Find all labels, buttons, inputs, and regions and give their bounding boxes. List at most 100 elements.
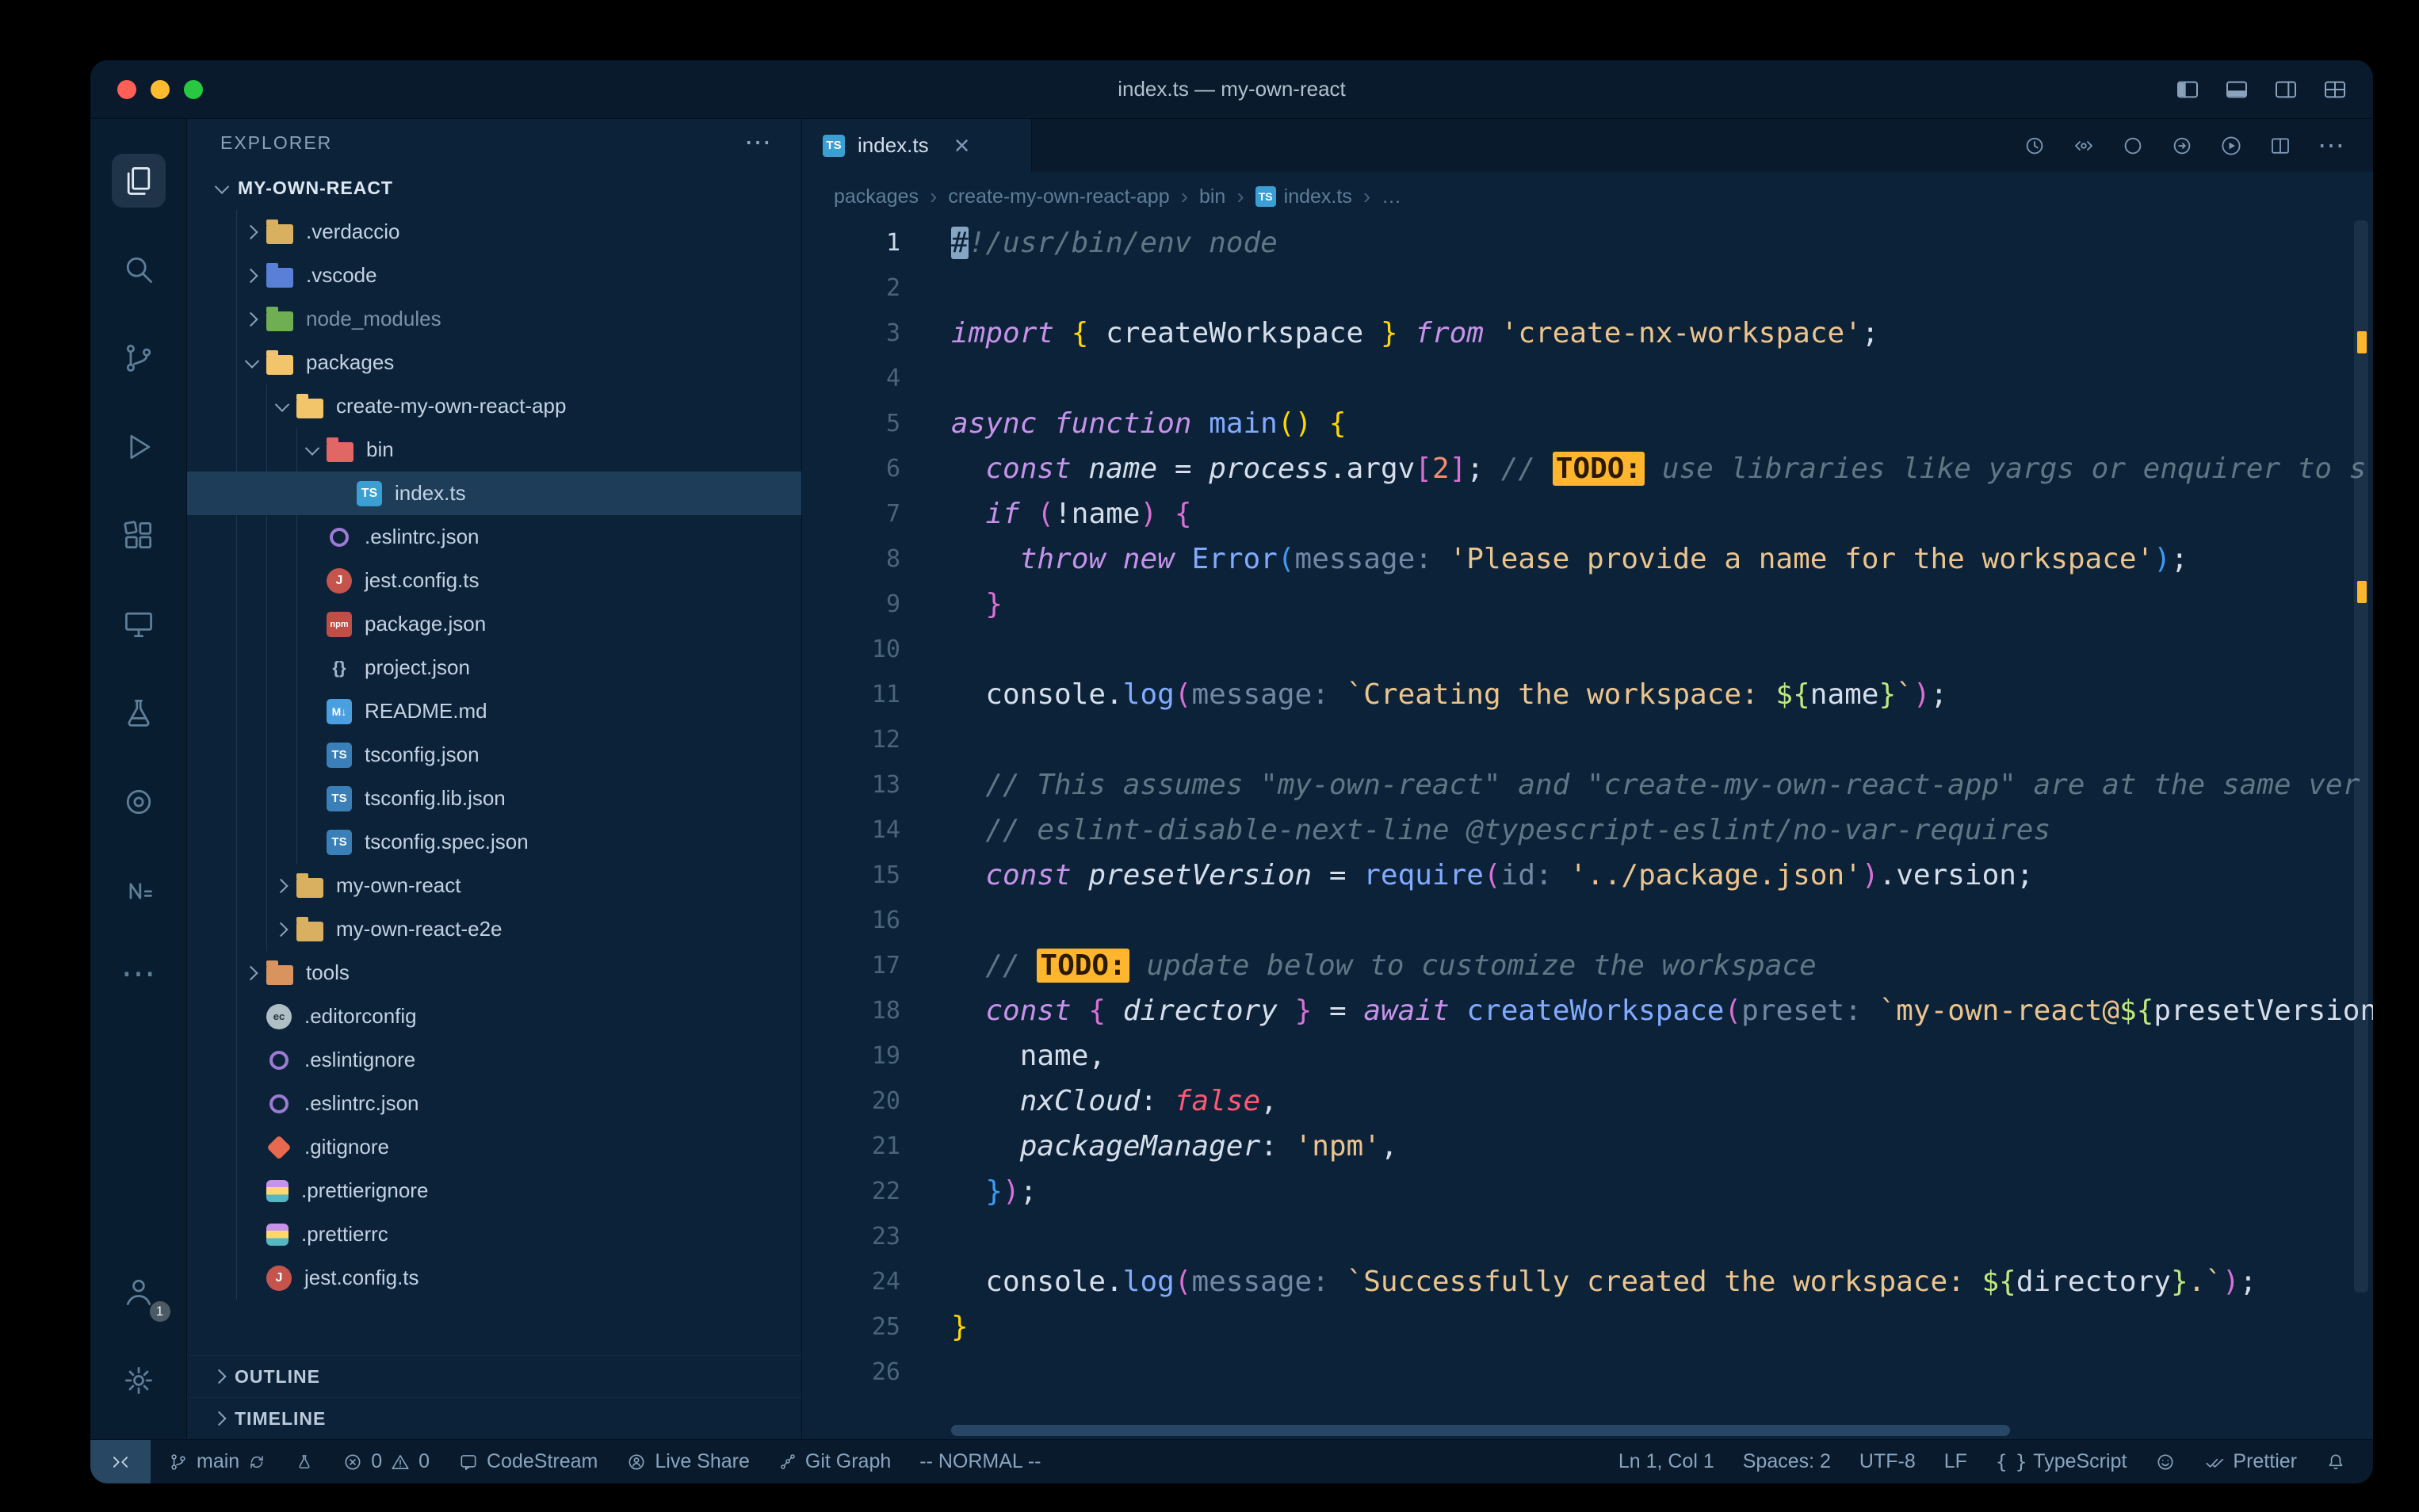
explorer-more-actions-icon[interactable]: ⋯ [744,135,773,151]
code-line-8[interactable]: 8 throw new Error(message: 'Please provi… [802,536,2373,582]
activity-account[interactable]: 1 [90,1247,186,1336]
beaker-status[interactable] [281,1440,328,1483]
indentation-status[interactable]: Spaces: 2 [1729,1450,1845,1473]
split-editor-icon[interactable] [2268,134,2292,158]
scrollbar-thumb[interactable] [2354,220,2368,1292]
code-line-10[interactable]: 10 [802,627,2373,672]
breadcrumb-item-packages[interactable]: packages [834,185,919,208]
toggle-secondary-sidebar-icon[interactable] [2273,77,2299,102]
activity-search[interactable] [90,225,186,314]
problems-status[interactable]: 0 0 [328,1440,444,1483]
activity-nx-console[interactable] [90,846,186,935]
open-changes-icon[interactable] [2170,134,2194,158]
tree-item-project-json[interactable]: {}project.json [187,646,801,689]
customize-layout-icon[interactable] [2322,77,2348,102]
tree-item-create-my-own-react-app[interactable]: create-my-own-react-app [187,384,801,428]
code-line-22[interactable]: 22 }); [802,1169,2373,1214]
code-line-26[interactable]: 26 [802,1350,2373,1395]
tree-item-my-own-react[interactable]: my-own-react [187,864,801,907]
tab-index-ts[interactable]: TS index.ts × [802,119,1032,172]
run-file-icon[interactable] [2219,134,2243,158]
codestream-status[interactable]: CodeStream [444,1440,612,1483]
code-line-23[interactable]: 23 [802,1214,2373,1259]
tree-item-gitignore[interactable]: .gitignore [187,1125,801,1169]
code-line-20[interactable]: 20 nxCloud: false, [802,1079,2373,1124]
tree-item-packages[interactable]: packages [187,341,801,384]
tree-item-prettierignore[interactable]: .prettierignore [187,1169,801,1212]
activity-source-control[interactable] [90,314,186,403]
zoom-window-button[interactable] [184,80,203,99]
breadcrumb-item-symbol[interactable]: … [1381,185,1401,208]
encoding-status[interactable]: UTF-8 [1845,1450,1930,1473]
code-line-18[interactable]: 18 const { directory } = await createWor… [802,988,2373,1033]
tree-item-tsconfig-lib-json[interactable]: TStsconfig.lib.json [187,777,801,820]
code-line-2[interactable]: 2 [802,265,2373,311]
tree-item-eslintignore[interactable]: .eslintignore [187,1038,801,1082]
tree-item-my-own-react-e2e[interactable]: my-own-react-e2e [187,907,801,951]
activity-extensions[interactable] [90,491,186,580]
outline-section-header[interactable]: OUTLINE [187,1355,801,1397]
close-window-button[interactable] [117,80,136,99]
tree-item-package-json[interactable]: npmpackage.json [187,602,801,646]
code-line-1[interactable]: 1#!/usr/bin/env node [802,220,2373,265]
activity-more[interactable]: ⋯ [90,935,186,1011]
tree-item-prettierrc[interactable]: .prettierrc [187,1212,801,1256]
tree-item-tools[interactable]: tools [187,951,801,995]
tree-item-bin[interactable]: bin [187,428,801,472]
code-line-4[interactable]: 4 [802,356,2373,401]
feedback-status[interactable] [2141,1452,2190,1472]
tree-item-my-own-react[interactable]: MY-OWN-REACT [187,166,801,210]
tree-item-eslintrc-json[interactable]: .eslintrc.json [187,1082,801,1125]
code-line-14[interactable]: 14 // eslint-disable-next-line @typescri… [802,808,2373,853]
code-line-15[interactable]: 15 const presetVersion = require(id: '..… [802,853,2373,898]
tree-item-tsconfig-spec-json[interactable]: TStsconfig.spec.json [187,820,801,864]
eol-status[interactable]: LF [1930,1450,1981,1473]
code-line-25[interactable]: 25} [802,1304,2373,1350]
tree-item-vscode[interactable]: .vscode [187,254,801,297]
code-line-12[interactable]: 12 [802,717,2373,762]
vertical-scrollbar[interactable] [2351,220,2371,1439]
breadcrumb-item-index-ts[interactable]: TS index.ts [1255,185,1352,208]
tree-item-tsconfig-json[interactable]: TStsconfig.json [187,733,801,777]
git-graph-status[interactable]: Git Graph [764,1440,905,1483]
cursor-position[interactable]: Ln 1, Col 1 [1604,1450,1729,1473]
notifications-status[interactable] [2311,1452,2360,1472]
more-actions-icon[interactable]: ⋯ [2318,142,2344,150]
vim-mode-indicator[interactable]: -- NORMAL -- [905,1440,1055,1483]
code-line-16[interactable]: 16 [802,898,2373,943]
compare-icon[interactable] [2121,134,2145,158]
toggle-panel-icon[interactable] [2224,77,2249,102]
language-mode[interactable]: { } TypeScript [1981,1450,2141,1473]
breadcrumb-item-bin[interactable]: bin [1199,185,1225,208]
code-line-17[interactable]: 17 // TODO: update below to customize th… [802,943,2373,988]
tree-item-jest-config-ts[interactable]: Jjest.config.ts [187,1256,801,1300]
activity-codestream[interactable] [90,758,186,846]
code-line-21[interactable]: 21 packageManager: 'npm', [802,1124,2373,1169]
tree-item-readme-md[interactable]: M↓README.md [187,689,801,733]
minimize-window-button[interactable] [151,80,170,99]
activity-run-debug[interactable] [90,403,186,491]
tree-item-jest-config-ts[interactable]: Jjest.config.ts [187,559,801,602]
tree-item-eslintrc-json[interactable]: .eslintrc.json [187,515,801,559]
tree-item-node-modules[interactable]: node_modules [187,297,801,341]
code-line-11[interactable]: 11 console.log(message: `Creating the wo… [802,672,2373,717]
tree-item-verdaccio[interactable]: .verdaccio [187,210,801,254]
code-line-5[interactable]: 5async function main() { [802,401,2373,446]
code-line-13[interactable]: 13 // This assumes "my-own-react" and "c… [802,762,2373,808]
toggle-sidebar-icon[interactable] [2175,77,2200,102]
breadcrumb-item-create-my-own-react-app[interactable]: create-my-own-react-app [948,185,1169,208]
code-line-3[interactable]: 3import { createWorkspace } from 'create… [802,311,2373,356]
remote-indicator[interactable] [90,1440,151,1483]
formatter-status[interactable]: Prettier [2190,1450,2311,1473]
horizontal-scrollbar[interactable] [951,1425,2010,1436]
code-line-7[interactable]: 7 if (!name) { [802,491,2373,536]
activity-settings[interactable] [90,1336,186,1425]
code-line-24[interactable]: 24 console.log(message: `Successfully cr… [802,1259,2373,1304]
git-branch-status[interactable]: main [154,1440,281,1483]
code-editor[interactable]: 1#!/usr/bin/env node23import { createWor… [802,220,2373,1439]
close-tab-icon[interactable]: × [954,132,970,159]
activity-explorer[interactable] [90,136,186,225]
tree-item-editorconfig[interactable]: ec.editorconfig [187,995,801,1038]
timeline-section-header[interactable]: TIMELINE [187,1397,801,1439]
tree-item-index-ts[interactable]: TSindex.ts [187,472,801,515]
